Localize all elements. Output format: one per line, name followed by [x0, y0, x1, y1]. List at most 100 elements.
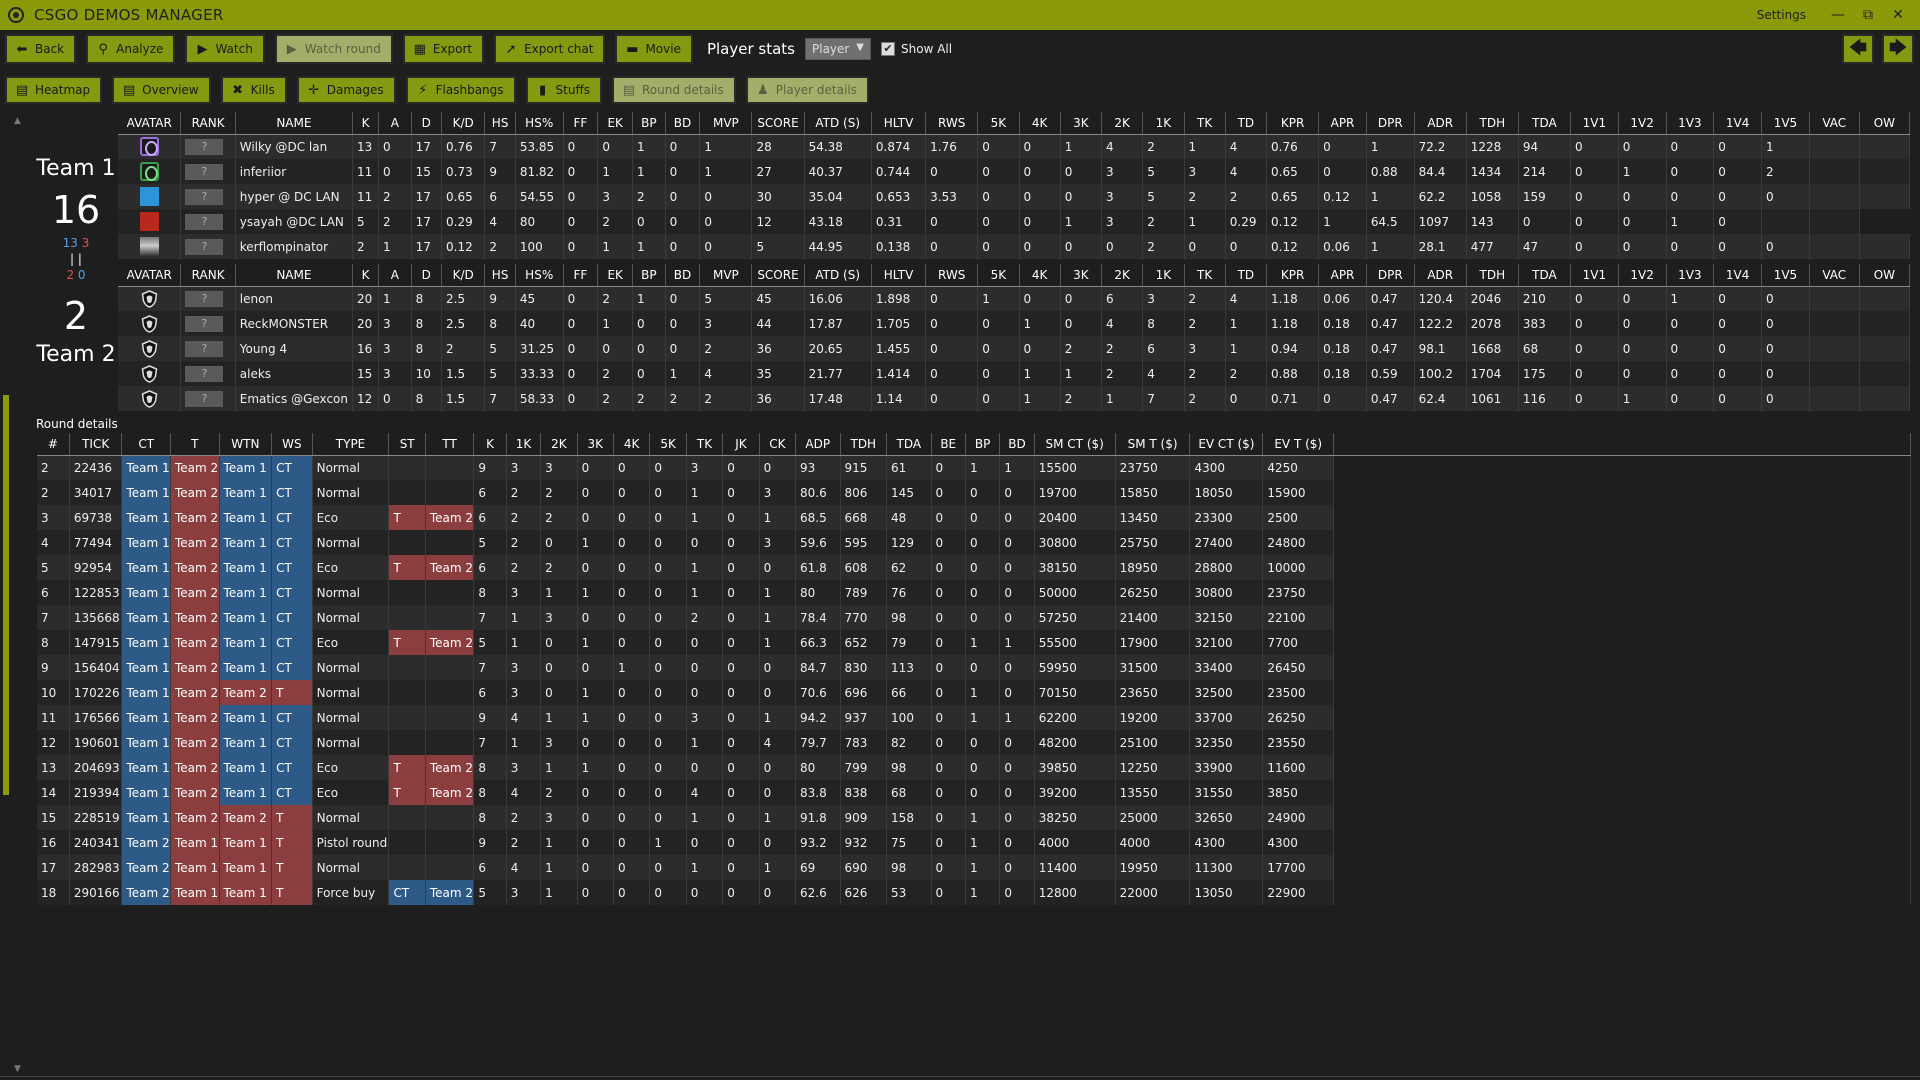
player-col-header[interactable]: 3K — [1060, 112, 1103, 135]
player-col-header[interactable]: DPR — [1366, 112, 1415, 135]
player-col-header[interactable]: NAME — [235, 112, 354, 135]
round-col-header[interactable]: # — [37, 433, 70, 456]
round-col-header[interactable] — [1333, 433, 1911, 456]
movie-button[interactable]: ▬ Movie — [615, 34, 693, 64]
table-row[interactable]: 12 190601 Team 1 Team 2 Team 1 CT Normal 7 1 3 0 0 0… — [37, 730, 1911, 755]
player-col-header[interactable]: MVP — [699, 264, 753, 287]
round-col-header[interactable]: ADP — [795, 433, 841, 456]
round-col-header[interactable]: TT — [425, 433, 475, 456]
round-col-header[interactable]: WTN — [219, 433, 273, 456]
round-col-header[interactable]: EV CT ($) — [1189, 433, 1264, 456]
player-col-header[interactable]: OW — [1859, 112, 1911, 135]
player-col-header[interactable]: RANK — [180, 264, 236, 287]
player-col-header[interactable]: 1V2 — [1618, 112, 1667, 135]
player-col-header[interactable]: VAC — [1809, 112, 1860, 135]
player-col-header[interactable]: K — [352, 264, 380, 287]
show-all-toggle[interactable]: ✔ Show All — [881, 42, 952, 56]
player-col-header[interactable]: HLTV — [871, 112, 927, 135]
round-col-header[interactable]: TK — [686, 433, 724, 456]
player-col-header[interactable]: VAC — [1809, 264, 1860, 287]
table-row[interactable]: 17 282983 Team 2 Team 1 Team 1 T Normal 6 4 1 0 0 0 1… — [37, 855, 1911, 880]
player-col-header[interactable]: BP — [632, 264, 666, 287]
player-col-header[interactable]: TK — [1184, 264, 1226, 287]
player-col-header[interactable]: 2K — [1101, 112, 1144, 135]
vertical-scrollbar[interactable] — [3, 395, 9, 795]
stuffs-button[interactable]: ▮ Stuffs — [525, 76, 602, 104]
table-row[interactable]: 2 22436 Team 1 Team 2 Team 1 CT Normal 9 3 3 0 0 0 3 0… — [37, 455, 1911, 480]
player-col-header[interactable]: K/D — [441, 264, 486, 287]
player-col-header[interactable]: TDH — [1466, 112, 1519, 135]
table-row[interactable]: ? lenon 20 1 8 2.5 9 45 0 2 1 0 5 45 16.06 1.898 0 1 0 0 6 3 2… — [118, 286, 1911, 311]
overview-button[interactable]: ▤ Overview — [112, 76, 211, 104]
player-col-header[interactable]: 1V5 — [1761, 112, 1810, 135]
player-col-header[interactable]: RWS — [925, 264, 979, 287]
player-col-header[interactable]: KPR — [1266, 112, 1320, 135]
player-col-header[interactable]: BD — [665, 264, 701, 287]
player-col-header[interactable]: ATD (S) — [804, 264, 872, 287]
player-col-header[interactable]: 3K — [1060, 264, 1103, 287]
table-row[interactable]: 13 204693 Team 1 Team 2 Team 1 CT Eco T Team 283… — [37, 755, 1911, 780]
player-col-header[interactable]: 2K — [1101, 264, 1144, 287]
table-row[interactable]: ? aleks 15 3 10 1.5 5 33.33 0 2 0 1 4 35 21.77 1.414 0 0 1… — [118, 361, 1911, 386]
round-col-header[interactable]: T — [170, 433, 220, 456]
player-col-header[interactable]: AVATAR — [118, 112, 182, 135]
round-col-header[interactable]: 3K — [577, 433, 614, 456]
player-col-header[interactable]: 1K — [1142, 264, 1185, 287]
player-col-header[interactable]: A — [378, 112, 412, 135]
player-col-header[interactable]: HS — [484, 112, 516, 135]
player-col-header[interactable]: HS% — [515, 264, 564, 287]
player-col-header[interactable]: FF — [563, 264, 599, 287]
table-row[interactable]: ? ReckMONSTER 20 3 8 2.5 8 40 0 1 0 0 3 44 17.87 1.705 0… — [118, 311, 1911, 336]
player-col-header[interactable]: SCORE — [751, 112, 805, 135]
player-col-header[interactable]: AVATAR — [118, 264, 182, 287]
flashbangs-button[interactable]: ⚡ Flashbangs — [405, 76, 516, 104]
player-col-header[interactable]: 1V1 — [1570, 112, 1619, 135]
round-col-header[interactable]: BD — [999, 433, 1035, 456]
back-button[interactable]: ⬅ Back — [5, 34, 77, 64]
round-col-header[interactable]: EV T ($) — [1262, 433, 1335, 456]
round-col-header[interactable]: ST — [388, 433, 426, 456]
player-select[interactable]: Player ▼ — [805, 38, 871, 60]
export-chat-button[interactable]: ➚ Export chat — [494, 34, 606, 64]
player-col-header[interactable]: 1V3 — [1666, 112, 1715, 135]
watch-round-button[interactable]: ▶ Watch round — [274, 34, 393, 64]
player-col-header[interactable]: D — [411, 264, 443, 287]
round-col-header[interactable]: 5K — [649, 433, 687, 456]
table-row[interactable]: ? ysayah @DC LAN 5 2 17 0.29 4 80 0 2 0 0 0 12 43.18 0.… — [118, 209, 1910, 234]
table-row[interactable]: 16 240341 Team 2 Team 1 Team 1 T Pistol round 9… — [37, 830, 1911, 855]
player-col-header[interactable]: FF — [563, 112, 599, 135]
watch-button[interactable]: ▶ Watch — [185, 34, 265, 64]
player-col-header[interactable]: 1V3 — [1666, 264, 1715, 287]
round-col-header[interactable]: K — [473, 433, 507, 456]
round-details-button[interactable]: ▤ Round details — [612, 76, 736, 104]
player-col-header[interactable]: TD — [1225, 264, 1268, 287]
player-col-header[interactable]: TDA — [1518, 264, 1571, 287]
player-col-header[interactable]: 4K — [1019, 112, 1061, 135]
player-col-header[interactable]: HS% — [515, 112, 564, 135]
settings-link[interactable]: Settings — [1757, 8, 1806, 22]
table-row[interactable]: 18 290166 Team 2 Team 1 Team 1 T Force buy CT Te… — [37, 880, 1911, 905]
round-col-header[interactable]: TICK — [69, 433, 123, 456]
table-row[interactable]: ? Wilky @DC lan 13 0 17 0.76 7 53.85 0 0 1 0 1 28 54.3… — [118, 134, 1911, 159]
table-row[interactable]: 14 219394 Team 1 Team 2 Team 1 CT Eco T Team 284… — [37, 780, 1911, 805]
round-col-header[interactable]: TDA — [886, 433, 932, 456]
player-col-header[interactable]: 1V2 — [1618, 264, 1667, 287]
player-col-header[interactable]: 1V4 — [1713, 112, 1763, 135]
player-col-header[interactable]: BP — [632, 112, 666, 135]
previous-demo-button[interactable]: 🡄 — [1842, 34, 1874, 64]
player-col-header[interactable]: SCORE — [751, 264, 805, 287]
table-row[interactable]: 10 170226 Team 1 Team 2 Team 2 T Normal 6 3 0 1 0 0 0… — [37, 680, 1911, 705]
player-col-header[interactable]: APR — [1318, 264, 1367, 287]
table-row[interactable]: ? Young 4 16 3 8 2 5 31.25 0 0 0 0 2 36 20.65 1.455 0 0 0 2… — [118, 336, 1911, 361]
round-col-header[interactable]: 2K — [540, 433, 578, 456]
player-col-header[interactable]: 1V1 — [1570, 264, 1619, 287]
player-col-header[interactable]: ADR — [1414, 112, 1467, 135]
heatmap-button[interactable]: ▤ Heatmap — [5, 76, 103, 104]
round-col-header[interactable]: SM CT ($) — [1034, 433, 1116, 456]
player-col-header[interactable]: DPR — [1366, 264, 1415, 287]
table-row[interactable]: ? Ematics @Gexcon 12 0 8 1.5 7 58.33 0 2 2 2 2 36 17.4… — [118, 386, 1911, 411]
table-row[interactable]: 15 228519 Team 1 Team 2 Team 2 T Normal 8 2 3 0 0 0 1… — [37, 805, 1911, 830]
player-col-header[interactable]: RANK — [180, 112, 236, 135]
close-icon[interactable]: ✕ — [1886, 5, 1910, 25]
table-row[interactable]: ? inferiior 11 0 15 0.73 9 81.82 0 1 1 0 1 27 40.37 0.7… — [118, 159, 1911, 184]
